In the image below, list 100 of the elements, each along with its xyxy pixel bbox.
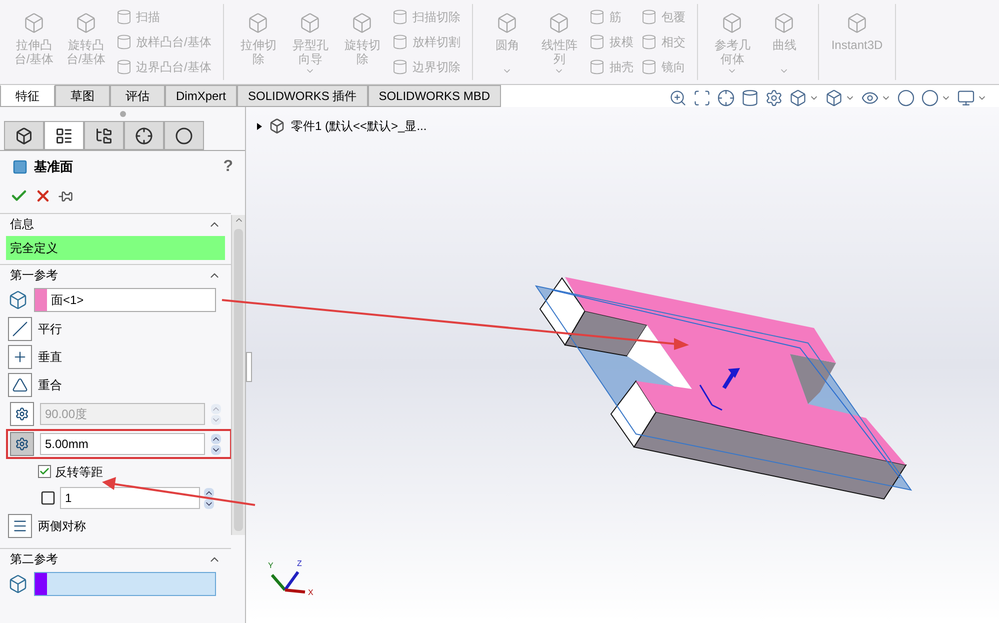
ribbon-button[interactable]: 线性阵列 (533, 4, 586, 80)
option-label: 重合 (38, 377, 62, 394)
tab[interactable]: 草图 (55, 85, 110, 107)
constraint-toggle[interactable] (8, 345, 32, 369)
cube-icon (75, 12, 97, 34)
shape-icon (589, 8, 606, 25)
ribbon-button[interactable]: 曲线 (758, 4, 810, 80)
ribbon-button[interactable]: 放样切割 (392, 32, 460, 51)
parallel-icon (12, 321, 28, 337)
shape-icon (641, 34, 658, 50)
manager-tab[interactable] (44, 121, 84, 150)
y-axis-label: Y (268, 561, 274, 570)
feature-tree-item[interactable]: 零件1 (默认<<默认>_显... (291, 117, 427, 135)
drag-handle[interactable] (120, 111, 126, 117)
manager-tab[interactable] (4, 121, 44, 150)
ribbon-button[interactable]: 相交 (641, 32, 686, 51)
ribbon-button[interactable]: 参考几何体 (706, 4, 758, 80)
shape-icon (392, 8, 408, 25)
constraint-toggle[interactable] (8, 373, 32, 397)
tab[interactable]: SOLIDWORKS 插件 (237, 85, 368, 107)
zoom-icon[interactable] (669, 89, 687, 107)
section-title: 第一参考 (10, 267, 58, 284)
section-title: 第二参考 (10, 551, 58, 568)
section-title: 信息 (10, 216, 34, 233)
ribbon-button[interactable]: 扫描 (116, 8, 212, 26)
collapse-handle[interactable] (246, 352, 252, 382)
option-label: 两侧对称 (38, 518, 86, 535)
ribbon-button[interactable]: 边界切除 (392, 58, 460, 76)
ribbon-button[interactable]: 拉伸凸台/基体 (8, 4, 60, 80)
cube-icon[interactable] (825, 89, 843, 107)
option-label: 垂直 (38, 349, 62, 366)
list-icon (55, 126, 73, 144)
monitor-icon[interactable] (957, 89, 975, 107)
face-icon (8, 574, 28, 594)
number-field[interactable]: 5.00mm (40, 433, 205, 455)
checkbox-label: 反转等距 (55, 464, 103, 480)
shape-icon (589, 34, 606, 50)
reference-field[interactable]: 面<1> (34, 288, 216, 312)
z-axis-label: Z (297, 559, 302, 568)
help-button[interactable]: ? (223, 155, 233, 179)
shape-icon (641, 8, 658, 25)
eye-icon[interactable] (861, 89, 879, 107)
tab[interactable]: SOLIDWORKS MBD (368, 85, 502, 107)
manager-tab[interactable] (124, 121, 164, 150)
spin-buttons[interactable] (211, 434, 221, 454)
tab[interactable]: 评估 (110, 85, 165, 107)
ribbon-button[interactable]: 拉伸切除 (232, 4, 284, 80)
gear-icon[interactable] (765, 89, 783, 107)
ribbon-button[interactable]: 包覆 (641, 8, 686, 26)
ribbon-button[interactable]: 边界凸台/基体 (116, 58, 212, 76)
ribbon-button[interactable]: 旋转凸台/基体 (60, 4, 112, 80)
ribbon-button[interactable]: 扫描切除 (392, 8, 460, 26)
manager-tab[interactable] (84, 121, 124, 150)
shape-icon (392, 34, 408, 50)
ribbon-button[interactable]: Instant3D (827, 4, 887, 80)
spin-buttons[interactable] (204, 488, 214, 508)
crosshair-icon[interactable] (717, 89, 735, 107)
ribbon-button[interactable]: 抽壳 (589, 58, 634, 76)
shape-icon (589, 59, 606, 76)
ribbon-button[interactable]: 筋 (589, 8, 634, 26)
symmetric-icon (12, 518, 28, 534)
ribbon-button[interactable]: 圆角 (481, 4, 534, 80)
number-field[interactable]: 1 (60, 487, 200, 509)
cube-icon (773, 12, 796, 34)
cube-icon (496, 12, 518, 34)
expand-arrow-icon[interactable] (256, 122, 263, 130)
cube-icon (721, 12, 744, 34)
tab[interactable]: 特征 (0, 85, 55, 107)
ribbon-button[interactable]: 旋转切除 (336, 4, 388, 80)
ribbon-button[interactable]: 镜向 (641, 58, 686, 76)
tree-icon (95, 126, 113, 144)
cube-icon (299, 12, 322, 34)
cube-icon (846, 12, 868, 34)
part-icon (269, 118, 285, 134)
ribbon-button[interactable]: 拔模 (589, 32, 634, 51)
reference-field[interactable] (34, 572, 216, 596)
cube-icon[interactable] (789, 89, 807, 107)
constraint-toggle[interactable] (8, 317, 32, 341)
constraint-toggle[interactable] (8, 514, 32, 538)
ribbon-button[interactable]: 放样凸台/基体 (116, 32, 212, 51)
pin-icon[interactable] (58, 188, 73, 204)
manager-tab[interactable] (164, 121, 204, 150)
cube-icon (247, 12, 270, 34)
shape-icon (116, 34, 132, 50)
plane-icon (12, 159, 28, 175)
section-header[interactable]: 第二参考 (0, 549, 231, 569)
shape-icon (116, 59, 132, 76)
zoom-area-icon[interactable] (693, 89, 711, 107)
perpendicular-icon (12, 349, 28, 365)
part-icon (15, 126, 33, 144)
status-message: 完全定义 (6, 236, 225, 260)
option-label: 平行 (38, 321, 62, 338)
section-header[interactable]: 信息 (0, 214, 231, 234)
section-header[interactable]: 第一参考 (0, 265, 231, 285)
scrollbar[interactable] (231, 215, 245, 535)
tab[interactable]: DimXpert (165, 85, 238, 107)
reference-value: 面<1> (51, 292, 84, 309)
ribbon-button[interactable]: 异型孔向导 (284, 4, 336, 80)
checkbox[interactable] (38, 465, 51, 478)
cube-icon (351, 12, 374, 34)
